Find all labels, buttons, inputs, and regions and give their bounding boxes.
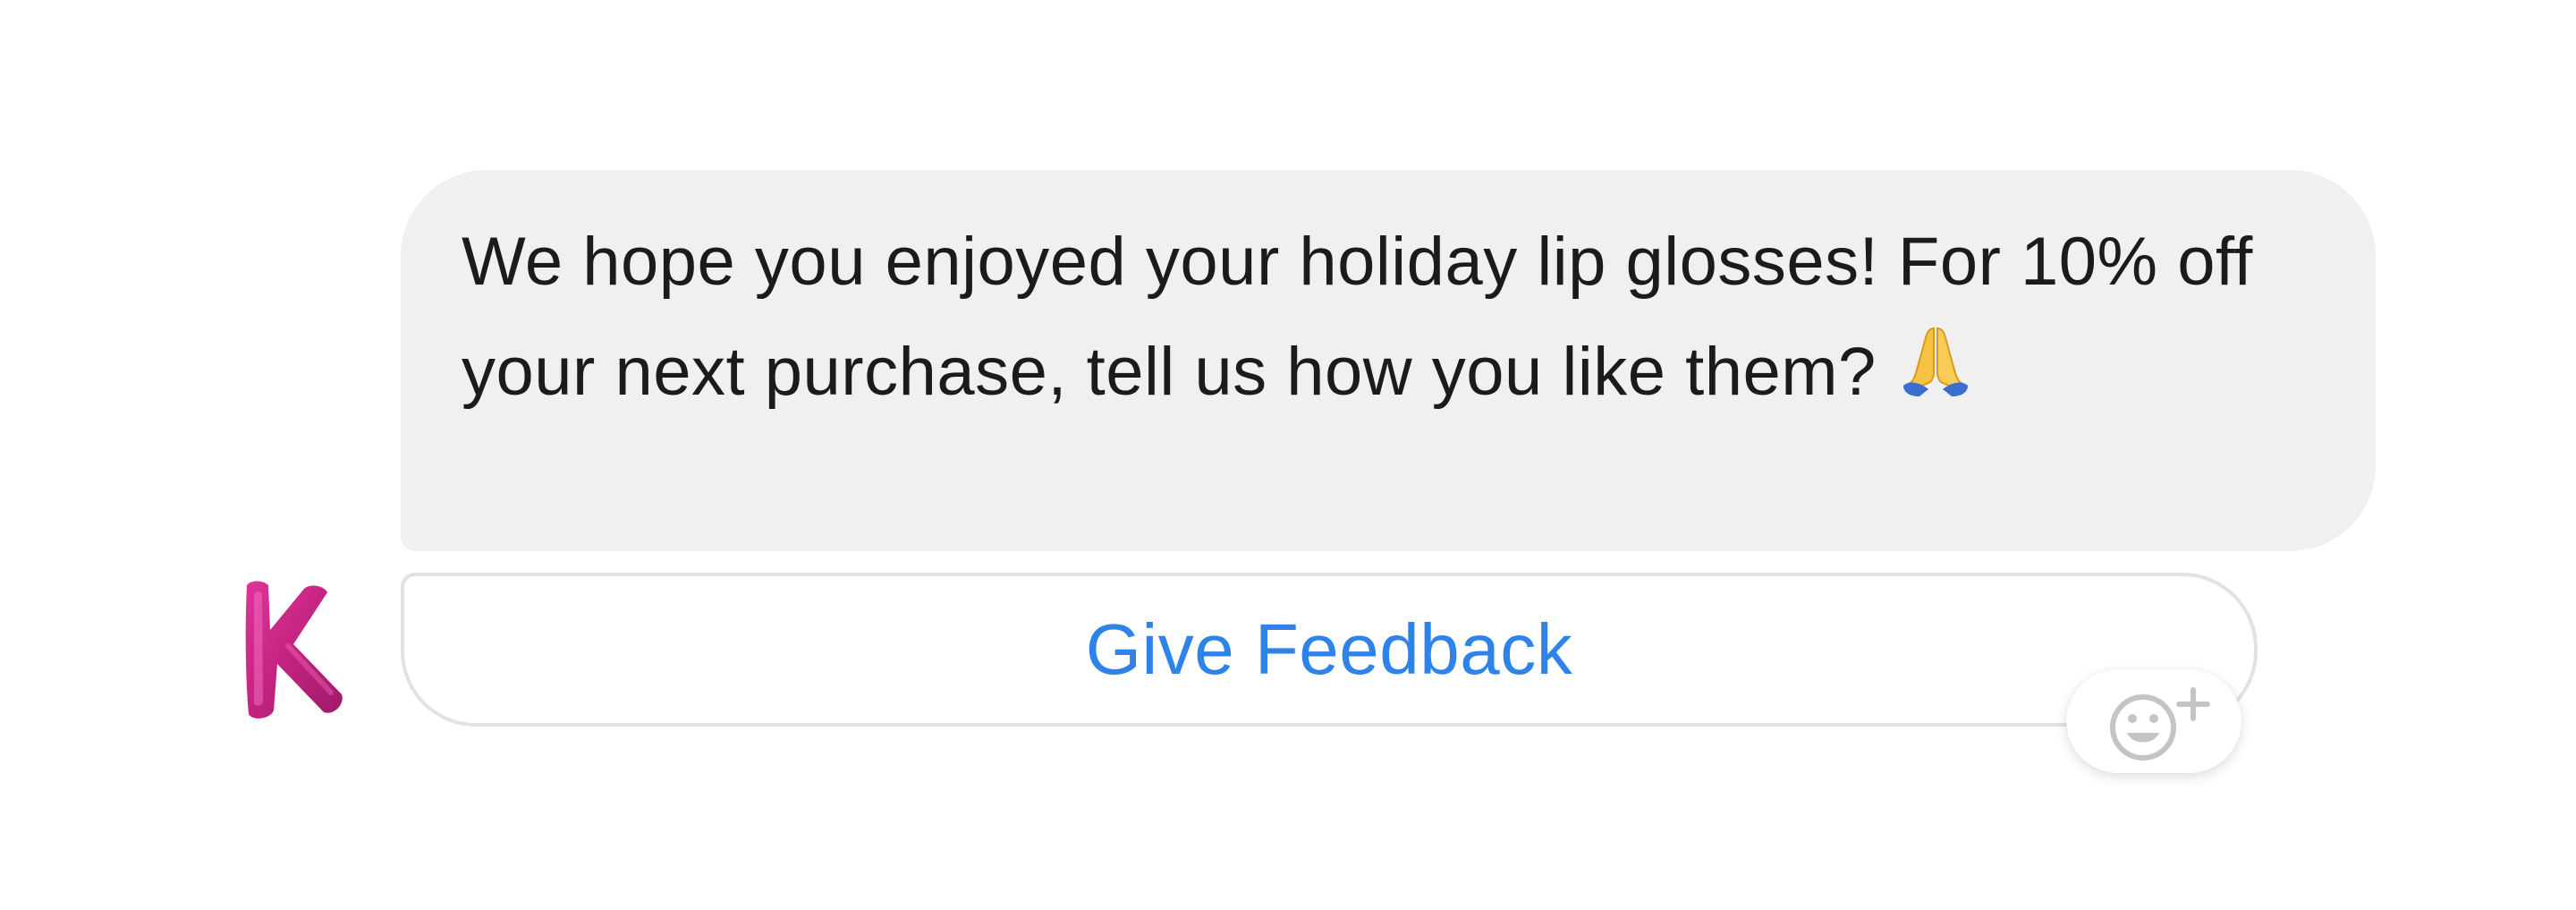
message-text: We hope you enjoyed your holiday lip glo… [462, 224, 2253, 410]
chat-thread: We hope you enjoyed your holiday lip glo… [0, 0, 2576, 910]
avatar[interactable] [234, 576, 351, 725]
add-reaction-button[interactable] [2066, 669, 2241, 773]
add-reaction-icon [2110, 687, 2210, 761]
message-text-container: We hope you enjoyed your holiday lip glo… [462, 209, 2315, 429]
folded-hands-icon [1893, 314, 1979, 429]
give-feedback-button[interactable]: Give Feedback [401, 573, 2258, 727]
letter-k-logo [245, 581, 343, 719]
give-feedback-label: Give Feedback [1085, 609, 1573, 689]
message-bubble: We hope you enjoyed your holiday lip glo… [401, 170, 2376, 551]
